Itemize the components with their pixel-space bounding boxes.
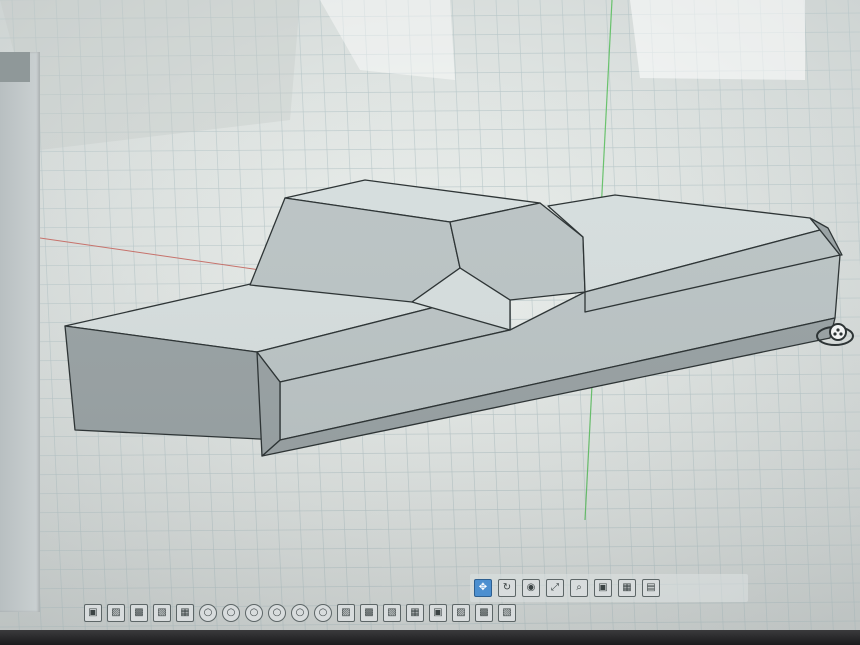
viewports-icon[interactable]: ▤ [642,579,660,597]
timeline-feature-icon[interactable]: ▧ [383,604,401,622]
timeline-feature-icon[interactable]: ▩ [475,604,493,622]
timeline-feature-icon[interactable]: ○ [222,604,240,622]
timeline-feature-icon[interactable]: ▨ [452,604,470,622]
browser-panel [0,52,40,612]
grid-settings-icon[interactable]: ▦ [618,579,636,597]
3d-viewport[interactable]: ✥ ↻ ◉ ⤢ ⌕ ▣ ▦ ▤ ▣ ▨ ▩ ▧ ▦ ○ ○ ○ ○ ○ ○ ▨ ▩ ▧ ▦ ▣ ▨ ▩ ▧ [0,0,860,645]
timeline-feature-icon[interactable]: ○ [199,604,217,622]
monitor-bezel [0,630,860,645]
timeline-feature-icon[interactable]: ○ [291,604,309,622]
orbit-view-cube-icon[interactable] [814,316,856,356]
vignette [0,0,860,645]
browser-panel-tab[interactable] [0,52,30,82]
timeline-feature-icon[interactable]: ▩ [130,604,148,622]
timeline-toolbar: ▣ ▨ ▩ ▧ ▦ ○ ○ ○ ○ ○ ○ ▨ ▩ ▧ ▦ ▣ ▨ ▩ ▧ [78,592,580,634]
timeline-feature-icon[interactable]: ▦ [176,604,194,622]
display-mode-icon[interactable]: ▣ [594,579,612,597]
timeline-feature-icon[interactable]: ▦ [406,604,424,622]
timeline-feature-icon[interactable]: ○ [314,604,332,622]
timeline-feature-icon[interactable]: ▨ [107,604,125,622]
timeline-feature-icon[interactable]: ▩ [360,604,378,622]
model-canvas[interactable] [0,0,860,645]
timeline-feature-icon[interactable]: ▧ [498,604,516,622]
timeline-feature-icon[interactable]: ▣ [84,604,102,622]
timeline-feature-icon[interactable]: ▣ [429,604,447,622]
timeline-feature-icon[interactable]: ○ [268,604,286,622]
timeline-feature-icon[interactable]: ○ [245,604,263,622]
timeline-feature-icon[interactable]: ▨ [337,604,355,622]
timeline-feature-icon[interactable]: ▧ [153,604,171,622]
